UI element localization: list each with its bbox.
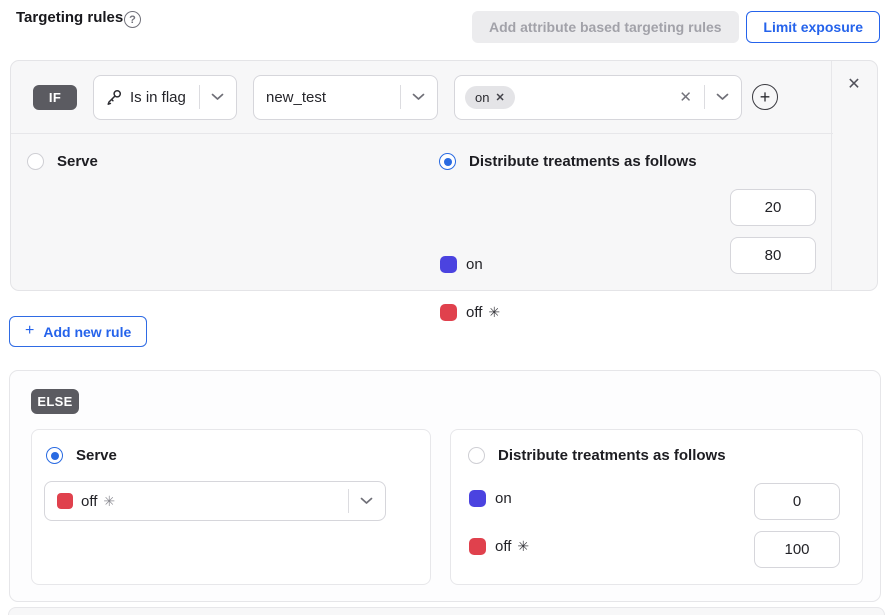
chevron-down-icon [360,497,373,505]
rule-actions-column: ✕ [831,61,877,290]
treatment-name: on [495,490,512,507]
divider [199,85,200,109]
limit-exposure-button[interactable]: Limit exposure [746,11,880,43]
close-icon[interactable]: ✕ [844,75,864,95]
default-treatment-marker: ✳ [488,304,500,321]
plus-icon: + [25,322,34,340]
else-badge: ELSE [31,389,79,414]
next-card-top-edge [8,607,885,615]
condition-row: IF Is in flag new_test [11,61,833,134]
chevron-down-icon [412,93,425,101]
targeting-rules-panel: Targeting rules ? Add attribute based ta… [0,0,893,615]
divider [400,85,401,109]
if-rule-card: ✕ IF Is in flag new_test [10,60,878,291]
matcher-label: Is in flag [130,89,186,106]
else-distribute-option[interactable]: Distribute treatments as follows [468,447,726,464]
add-condition-button[interactable]: + [752,84,778,110]
key-icon [106,89,122,105]
page-title: Targeting rules [16,9,123,26]
else-serve-radio[interactable] [46,447,63,464]
serve-option[interactable]: Serve [27,153,98,170]
flag-name-value: new_test [266,89,326,106]
treatment-name: on [466,256,483,273]
divider [348,489,349,513]
tag-remove-icon[interactable]: ✕ [495,91,504,104]
flag-name-dropdown[interactable]: new_test [253,75,438,120]
divider [704,85,705,109]
else-serve-card: Serve off ✳ [31,429,431,585]
tag-label: on [475,90,489,105]
treatment-values-multiselect[interactable]: on ✕ ✕ [454,75,742,120]
treatment-name: off [466,304,482,321]
chevron-down-icon [716,93,729,101]
else-serve-treatment-dropdown[interactable]: off ✳ [44,481,386,521]
serve-radio[interactable] [27,153,44,170]
help-icon[interactable]: ? [124,11,141,28]
treatment-row: off ✳ [440,304,500,321]
selected-value-tag[interactable]: on ✕ [465,86,515,109]
distribute-label: Distribute treatments as follows [469,153,697,170]
treatment-row: off ✳ [469,538,529,555]
else-serve-label: Serve [76,447,117,464]
treatment-on-swatch [440,256,457,273]
treatment-on-percent-input[interactable] [730,189,816,226]
if-badge: IF [33,85,77,110]
chevron-down-icon [211,93,224,101]
distribute-radio[interactable] [439,153,456,170]
treatment-name: off [495,538,511,555]
else-distribute-label: Distribute treatments as follows [498,447,726,464]
distribute-option[interactable]: Distribute treatments as follows [439,153,697,170]
else-distribute-card: Distribute treatments as follows on off … [450,429,863,585]
matcher-dropdown[interactable]: Is in flag [93,75,237,120]
treatment-on-swatch [469,490,486,507]
treatment-row: on [440,256,483,273]
treatment-name: off [81,493,97,510]
serve-label: Serve [57,153,98,170]
treatment-off-swatch [440,304,457,321]
default-treatment-marker: ✳ [517,538,529,555]
else-distribute-radio[interactable] [468,447,485,464]
treatment-off-percent-input[interactable] [730,237,816,274]
else-rule-card: ELSE Serve off ✳ Distribute treatments a… [9,370,881,602]
treatment-off-swatch [57,493,73,509]
treatment-row: on [469,490,512,507]
add-attribute-rules-button[interactable]: Add attribute based targeting rules [472,11,739,43]
add-new-rule-button[interactable]: + Add new rule [9,316,147,347]
default-treatment-marker: ✳ [103,493,115,510]
else-serve-option[interactable]: Serve [46,447,117,464]
add-new-rule-label: Add new rule [43,324,131,340]
clear-icon[interactable]: ✕ [679,88,692,106]
else-treatment-off-percent-input[interactable] [754,531,840,568]
treatment-off-swatch [469,538,486,555]
else-treatment-on-percent-input[interactable] [754,483,840,520]
